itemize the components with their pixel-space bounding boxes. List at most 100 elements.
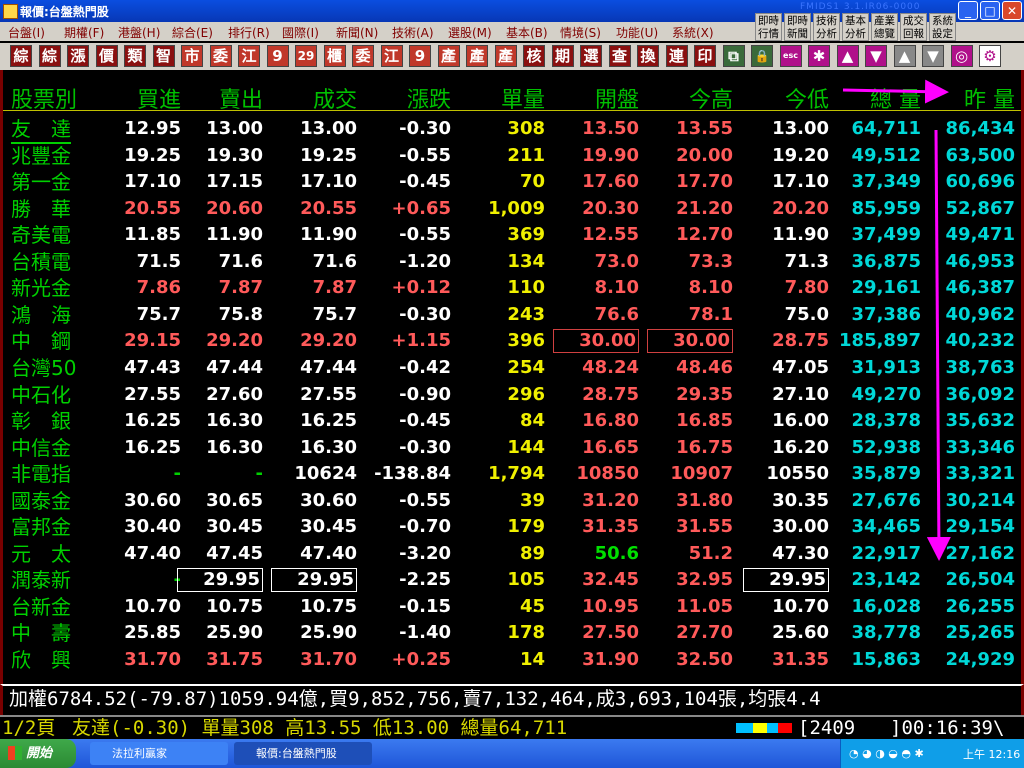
stock-name[interactable]: 欣 興 (11, 647, 71, 673)
table-row[interactable]: 奇美電 11.85 11.90 11.90 -0.55 369 12.55 12.70 11.9… (3, 222, 1021, 248)
menu-item[interactable]: 技術(A) (392, 24, 434, 41)
stock-name[interactable]: 兆豐金 (11, 143, 71, 169)
menu-item[interactable]: 功能(U) (616, 24, 658, 41)
toolbar-button[interactable]: ⧉ (722, 45, 745, 67)
toolbar-button[interactable]: ⚙ (979, 45, 1001, 67)
toolbar-button[interactable]: esc (779, 45, 802, 67)
table-row[interactable]: 中 鋼 29.15 29.20 29.20 +1.15 396 30.00 30.00 28.7… (3, 328, 1021, 354)
toolbar-button[interactable]: 江 (238, 45, 260, 67)
close-button[interactable]: ✕ (1002, 1, 1022, 20)
toolbar-button[interactable]: 委 (209, 45, 232, 67)
stock-name[interactable]: 富邦金 (11, 514, 71, 540)
stock-name[interactable]: 友 達 (11, 116, 71, 144)
quick-button[interactable]: 產業 總覽 (871, 13, 898, 41)
stock-name[interactable]: 新光金 (11, 275, 71, 301)
table-row[interactable]: 勝 華 20.55 20.60 20.55 +0.65 1,009 20.30 21.20 20… (3, 196, 1021, 222)
toolbar-button[interactable]: 漲 (67, 45, 89, 67)
toolbar-button[interactable]: 產 (466, 45, 488, 67)
toolbar-button[interactable]: 印 (694, 45, 716, 67)
table-row[interactable]: 兆豐金 19.25 19.30 19.25 -0.55 211 19.90 20.00 19.2… (3, 143, 1021, 169)
table-row[interactable]: 鴻 海 75.7 75.8 75.7 -0.30 243 76.6 78.1 75.0 37,38… (3, 302, 1021, 328)
quick-button[interactable]: 成交 回報 (900, 13, 927, 41)
toolbar-button[interactable]: 查 (608, 45, 631, 67)
toolbar-button[interactable]: 期 (551, 45, 574, 67)
table-row[interactable]: 中石化 27.55 27.60 27.55 -0.90 296 28.75 29.35 27.1… (3, 382, 1021, 408)
toolbar-button[interactable]: 產 (437, 45, 460, 67)
menu-item[interactable]: 系統(X) (672, 24, 714, 41)
stock-name[interactable]: 台積電 (11, 249, 71, 275)
menu-item[interactable]: 綜合(E) (172, 24, 213, 41)
taskbar-item-quote[interactable]: 報價:台盤熱門股 (234, 742, 372, 765)
toolbar-button[interactable]: ▼ (922, 45, 944, 67)
stock-name[interactable]: 奇美電 (11, 222, 71, 248)
start-button[interactable]: 開始 (0, 739, 76, 768)
toolbar-button[interactable]: ▲ (836, 45, 859, 67)
table-row[interactable]: 第一金 17.10 17.15 17.10 -0.45 70 17.60 17.70 17.10… (3, 169, 1021, 195)
toolbar-button[interactable]: 9 (266, 45, 289, 67)
table-row[interactable]: 新光金 7.86 7.87 7.87 +0.12 110 8.10 8.10 7.80 29,16… (3, 275, 1021, 301)
toolbar-button[interactable]: 江 (380, 45, 403, 67)
toolbar-button[interactable]: 市 (181, 45, 203, 67)
table-row[interactable]: 非電指 - - 10624 -138.84 1,794 10850 10907 10550 35,… (3, 461, 1021, 487)
quick-button[interactable]: 系統 設定 (929, 13, 956, 41)
stock-name[interactable]: 國泰金 (11, 488, 71, 514)
stock-name[interactable]: 中信金 (11, 435, 71, 461)
toolbar-button[interactable]: 29 (295, 45, 317, 67)
toolbar-button[interactable]: ◎ (950, 45, 973, 67)
toolbar-button[interactable]: 價 (95, 45, 118, 67)
toolbar-button[interactable]: 綜 (10, 45, 32, 67)
stock-name[interactable]: 非電指 (11, 461, 71, 487)
stock-name[interactable]: 潤泰新 (11, 567, 71, 593)
menu-item[interactable]: 情境(S) (560, 24, 601, 41)
table-row[interactable]: 台新金 10.70 10.75 10.75 -0.15 45 10.95 11.05 10.70… (3, 594, 1021, 620)
stock-name[interactable]: 中 鋼 (11, 328, 71, 354)
stock-name[interactable]: 勝 華 (11, 196, 71, 222)
menu-item[interactable]: 港盤(H) (118, 24, 160, 41)
toolbar-button[interactable]: ▼ (865, 45, 887, 67)
table-row[interactable]: 欣 興 31.70 31.75 31.70 +0.25 14 31.90 32.50 31.35… (3, 647, 1021, 673)
table-row[interactable]: 中信金 16.25 16.30 16.30 -0.30 144 16.65 16.75 16.2… (3, 435, 1021, 461)
toolbar-button[interactable]: 選 (580, 45, 602, 67)
stock-name[interactable]: 台灣50 (11, 355, 76, 381)
table-row[interactable]: 台灣50 47.43 47.44 47.44 -0.42 254 48.24 48.46 47.… (3, 355, 1021, 381)
menu-item[interactable]: 台盤(I) (8, 24, 45, 41)
toolbar-button[interactable]: 核 (523, 45, 545, 67)
menu-item[interactable]: 國際(I) (282, 24, 319, 41)
toolbar-button[interactable]: 委 (352, 45, 374, 67)
toolbar-button[interactable]: 綜 (38, 45, 61, 67)
menu-item[interactable]: 排行(R) (228, 24, 270, 41)
table-row[interactable]: 中 壽 25.85 25.90 25.90 -1.40 178 27.50 27.70 25.6… (3, 620, 1021, 646)
toolbar-button[interactable]: 換 (637, 45, 659, 67)
stock-name[interactable]: 中 壽 (11, 620, 71, 646)
quick-button[interactable]: 技術 分析 (813, 13, 840, 41)
stock-name[interactable]: 彰 銀 (11, 408, 71, 434)
minimize-button[interactable]: _ (958, 1, 978, 20)
table-row[interactable]: 台積電 71.5 71.6 71.6 -1.20 134 73.0 73.3 71.3 36,87… (3, 249, 1021, 275)
table-row[interactable]: 富邦金 30.40 30.45 30.45 -0.70 179 31.35 31.55 30.0… (3, 514, 1021, 540)
quick-button[interactable]: 即時 行情 (755, 13, 782, 41)
menu-item[interactable]: 新聞(N) (336, 24, 378, 41)
stock-name[interactable]: 鴻 海 (11, 302, 71, 328)
toolbar-button[interactable]: 9 (409, 45, 431, 67)
toolbar-button[interactable]: 產 (494, 45, 517, 67)
menu-item[interactable]: 選股(M) (448, 24, 492, 41)
toolbar-button[interactable]: 🔒 (751, 45, 773, 67)
quick-button[interactable]: 基本 分析 (842, 13, 869, 41)
maximize-button[interactable]: □ (980, 1, 1000, 20)
page-indicator[interactable]: 1/2頁 (2, 717, 55, 739)
table-row[interactable]: 潤泰新 -29.95 29.95 -2.25 105 32.45 32.95 29.95 23,… (3, 567, 1021, 593)
toolbar-button[interactable]: ✱ (808, 45, 830, 67)
menu-item[interactable]: 基本(B) (506, 24, 548, 41)
taskbar-item-ferrari[interactable]: 法拉利贏家 (90, 742, 228, 765)
menu-item[interactable]: 期權(F) (64, 24, 104, 41)
table-row[interactable]: 友 達 12.95 13.00 13.00 -0.30 308 13.50 13.55 13.0… (3, 116, 1021, 144)
table-row[interactable]: 元 太 47.40 47.45 47.40 -3.20 89 50.6 51.2 47.30 22… (3, 541, 1021, 567)
stock-name[interactable]: 第一金 (11, 169, 71, 195)
toolbar-button[interactable]: 智 (152, 45, 175, 67)
table-row[interactable]: 國泰金 30.60 30.65 30.60 -0.55 39 31.20 31.80 30.35… (3, 488, 1021, 514)
table-row[interactable]: 彰 銀 16.25 16.30 16.25 -0.45 84 16.80 16.85 16.00… (3, 408, 1021, 434)
stock-name[interactable]: 台新金 (11, 594, 71, 620)
stock-name[interactable]: 元 太 (11, 541, 71, 567)
toolbar-button[interactable]: 櫃 (323, 45, 346, 67)
toolbar-button[interactable]: ▲ (893, 45, 916, 67)
